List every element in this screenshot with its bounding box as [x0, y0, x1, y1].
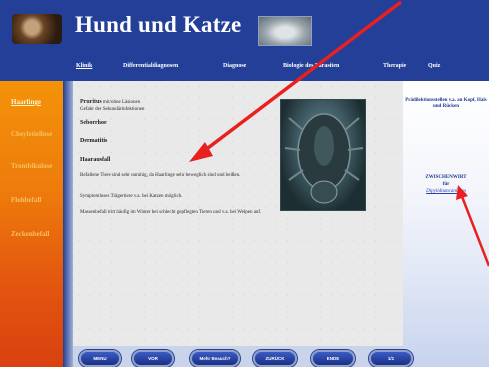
- nav-item-diagnose[interactable]: Diagnose: [223, 63, 246, 69]
- end-button[interactable]: ENDE: [311, 350, 355, 367]
- app-window: Hund und Katze Klinik Differentialdiagno…: [0, 0, 489, 367]
- top-nav: Klinik Differentialdiagnosen Diagnose Bi…: [0, 57, 489, 81]
- sidebar-item-haarlinge[interactable]: Haarlinge: [11, 98, 41, 106]
- cat-logo-image: [258, 16, 312, 46]
- dog-logo-image: [12, 14, 62, 44]
- more-info-button[interactable]: Mehr Beauch?: [190, 350, 240, 367]
- nav-item-therapie[interactable]: Therapie: [383, 63, 406, 69]
- nav-item-quiz[interactable]: Quiz: [428, 63, 440, 69]
- predilection-text: Prädilektionsstellen v.a. an Kopf, Hals …: [405, 98, 487, 109]
- sidebar-divider: [63, 81, 73, 367]
- menu-button[interactable]: MENU: [79, 350, 121, 367]
- sidebar: Haarlinge Cheyletiellose Trombikulose Fl…: [0, 81, 63, 367]
- paragraph-restless: Befallene Tiere sind sehr unruhig, da Ha…: [80, 173, 241, 178]
- sidebar-item-trombikulose[interactable]: Trombikulose: [11, 162, 52, 170]
- dipylidium-link[interactable]: Dipylidiumcaninum: [403, 189, 489, 195]
- seborrhoe-heading: Seborrhoe: [80, 120, 107, 126]
- intermediate-host-label: ZWISCHENWIRT: [425, 175, 467, 180]
- page-indicator-button[interactable]: 1/1: [369, 350, 413, 367]
- louse-photo: [280, 99, 366, 211]
- sidebar-item-cheyletiellose[interactable]: Cheyletiellose: [11, 130, 52, 138]
- nav-item-biologie[interactable]: Biologie des Parasiten: [283, 63, 339, 69]
- page-title: Hund und Katze: [75, 12, 242, 37]
- haarausfall-heading: Haarausfall: [80, 157, 111, 163]
- back-button[interactable]: ZURÜCK: [253, 350, 297, 367]
- sidebar-item-flohbefall[interactable]: Flohbefall: [11, 196, 41, 204]
- for-label: für: [442, 182, 450, 187]
- paragraph-mass-infestation: Massenbefall tritt häufig im Winter bei …: [80, 210, 262, 215]
- main-content: Pruritus mit/ohne Läsionen Gefahr der Se…: [73, 81, 403, 346]
- right-info-panel: Prädilektionsstellen v.a. an Kopf, Hals …: [403, 81, 489, 367]
- sidebar-item-zeckenbefall[interactable]: Zeckenbefall: [11, 230, 50, 238]
- next-button[interactable]: VOR: [132, 350, 174, 367]
- dermatitis-heading: Dermatitis: [80, 138, 108, 144]
- header: Hund und Katze: [0, 0, 489, 57]
- pruritus-text: Pruritus mit/ohne Läsionen Gefahr der Se…: [80, 99, 145, 112]
- nav-item-differentialdiagnosen[interactable]: Differentialdiagnosen: [123, 63, 178, 69]
- paragraph-carrier: Symptomloses Trägertiere v.a. bei Katzen…: [80, 194, 183, 199]
- nav-item-klinik[interactable]: Klinik: [76, 63, 92, 69]
